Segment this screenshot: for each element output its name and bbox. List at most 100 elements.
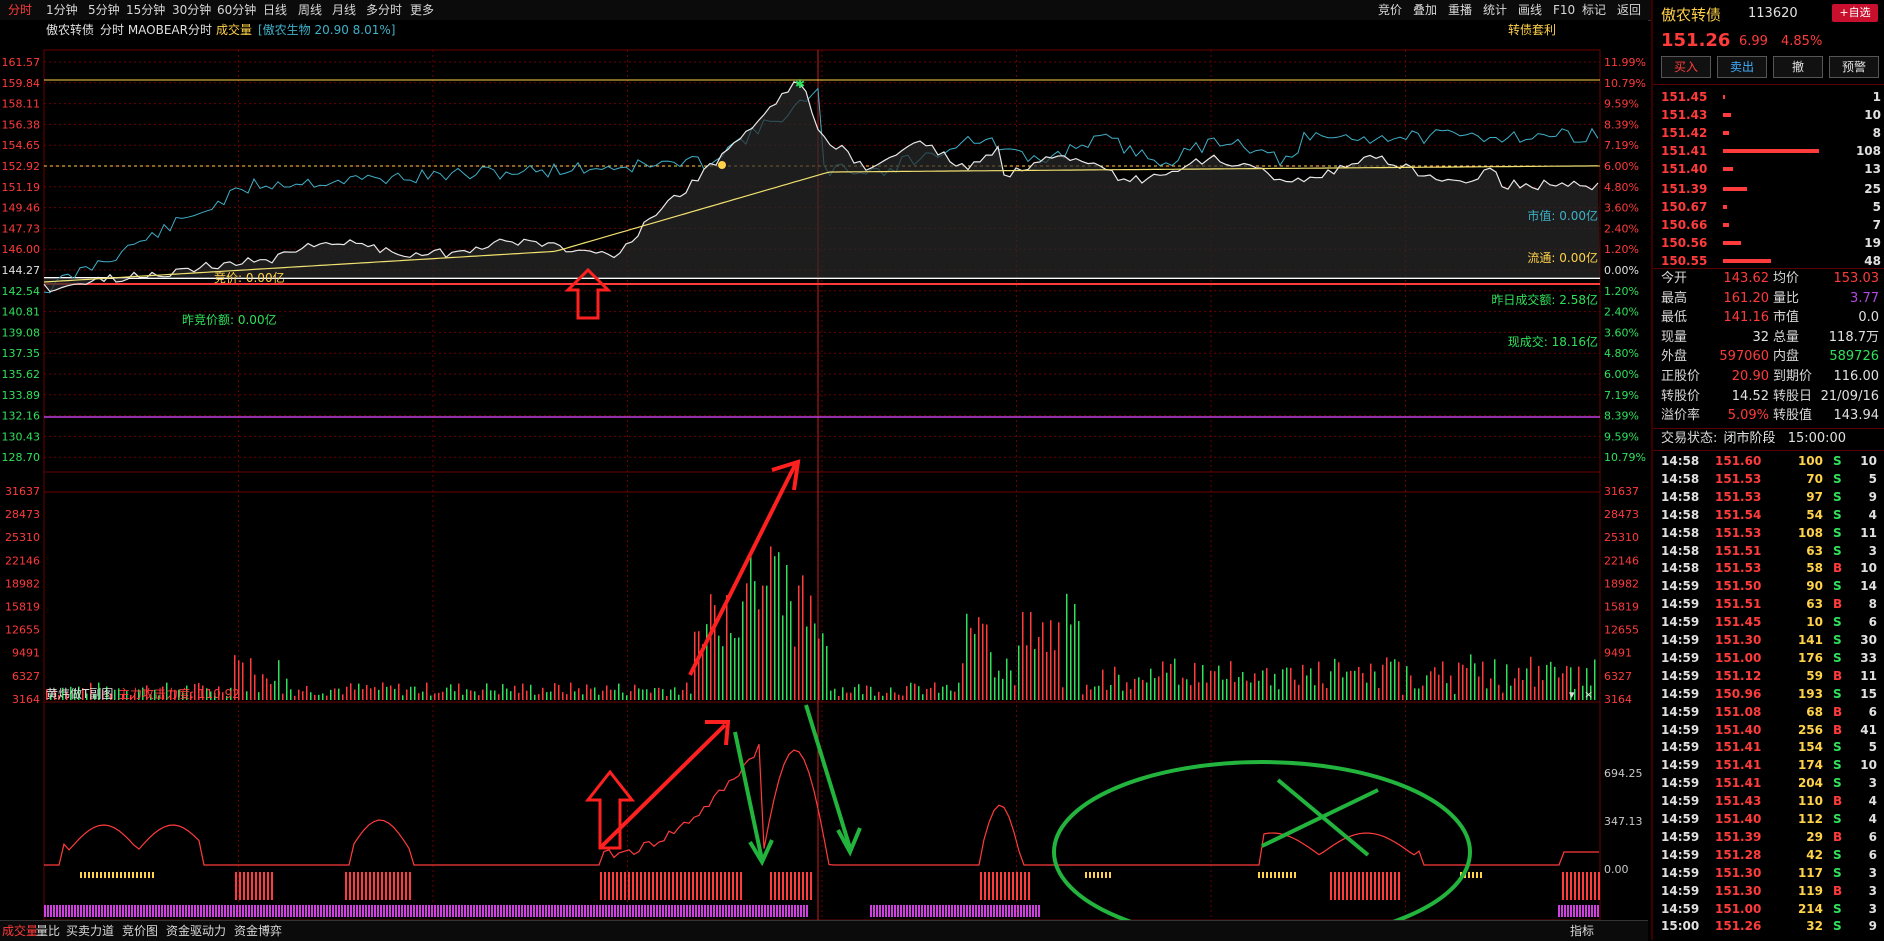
volume-bar bbox=[330, 689, 332, 700]
bid-row[interactable]: 150.67 5 bbox=[1661, 198, 1881, 216]
back-button[interactable]: 返回 bbox=[1617, 2, 1641, 18]
stat-item: 转股日 21/09/16 bbox=[1773, 388, 1879, 406]
flow-bar bbox=[551, 905, 553, 917]
volume-bar bbox=[1190, 685, 1192, 700]
bid-price: 150.56 bbox=[1661, 236, 1708, 250]
sell-button[interactable]: 卖出 bbox=[1717, 56, 1767, 78]
volume-bar bbox=[1358, 666, 1360, 700]
tab-more[interactable]: 更多 bbox=[410, 2, 434, 18]
flow-bar bbox=[659, 905, 661, 917]
draw-line-button[interactable]: 画线 bbox=[1518, 2, 1542, 18]
tab-60min[interactable]: 60分钟 bbox=[217, 2, 256, 18]
trade-side: S bbox=[1833, 633, 1842, 647]
tab-intraday[interactable]: 分时 bbox=[8, 2, 32, 18]
stat-value: 141.16 bbox=[1723, 310, 1770, 326]
volume-bar bbox=[1546, 664, 1548, 700]
flow-bar bbox=[689, 905, 691, 917]
volume-bar bbox=[922, 694, 924, 700]
replay-button[interactable]: 重播 bbox=[1448, 2, 1472, 18]
trade-row: 14:59 151.45 10 S 6 bbox=[1661, 613, 1879, 631]
volume-bar bbox=[1446, 683, 1448, 700]
signal-bar bbox=[644, 872, 646, 900]
volume-bar bbox=[806, 626, 808, 700]
volume-bar bbox=[438, 692, 440, 700]
price-tick-label: 128.70 bbox=[2, 451, 41, 464]
bottom-tab-fund-game[interactable]: 资金博弈 bbox=[234, 923, 282, 939]
bottom-tab-auction-chart[interactable]: 竞价图 bbox=[122, 923, 158, 939]
ask-row[interactable]: 151.43 10 bbox=[1661, 106, 1881, 124]
tab-monthly[interactable]: 月线 bbox=[332, 2, 356, 18]
tab-1min[interactable]: 1分钟 bbox=[46, 2, 78, 18]
bid-row[interactable]: 150.56 19 bbox=[1661, 234, 1881, 252]
tab-15min[interactable]: 15分钟 bbox=[126, 2, 165, 18]
signal-bar bbox=[1586, 872, 1588, 900]
f10-button[interactable]: F10 bbox=[1553, 2, 1575, 18]
volume-bar bbox=[1146, 682, 1148, 700]
bottom-tab-buy-sell-force[interactable]: 买卖力道 bbox=[66, 923, 114, 939]
volume-bar bbox=[502, 684, 504, 700]
signal-bar bbox=[148, 872, 150, 878]
ask-row[interactable]: 151.45 1 bbox=[1661, 88, 1881, 106]
auction-button[interactable]: 竞价 bbox=[1378, 2, 1402, 18]
flow-bar bbox=[800, 905, 802, 917]
indicator-button[interactable]: 指标 bbox=[1570, 923, 1594, 939]
tab-5min[interactable]: 5分钟 bbox=[88, 2, 120, 18]
mark-button[interactable]: 标记 bbox=[1582, 2, 1606, 18]
tab-multi-intraday[interactable]: 多分时 bbox=[366, 2, 402, 18]
volume-bar bbox=[882, 695, 884, 700]
alert-button[interactable]: 预警 bbox=[1829, 56, 1879, 78]
volume-bar bbox=[954, 691, 956, 700]
trade-side: S bbox=[1833, 847, 1842, 862]
ask-row[interactable]: 151.41 108 bbox=[1661, 142, 1881, 160]
signal-bar bbox=[806, 872, 808, 900]
ask-volume: 13 bbox=[1864, 162, 1881, 176]
trade-volume: 10 bbox=[1806, 615, 1823, 630]
volume-bar bbox=[838, 695, 840, 700]
trade-row: 14:59 150.96 193 S 15 bbox=[1661, 685, 1879, 703]
bottom-tab-fund-drive[interactable]: 资金驱动力 bbox=[166, 923, 226, 939]
bid-row[interactable]: 150.66 7 bbox=[1661, 216, 1881, 234]
volume-bar bbox=[962, 663, 964, 700]
flow-bar bbox=[323, 905, 325, 917]
volume-bar bbox=[1462, 664, 1464, 700]
flow-bar bbox=[536, 905, 538, 917]
trade-count: 5 bbox=[1868, 471, 1877, 486]
intraday-chart-area[interactable]: ✱ 161.57 11.99% 159.84 10.79% 158.11 9.59% 156… bbox=[0, 20, 1648, 941]
flow-bar bbox=[752, 905, 754, 917]
bottom-tab-volume[interactable]: 成交量 bbox=[2, 923, 38, 939]
flow-bar bbox=[599, 905, 601, 917]
arbitrage-label[interactable]: 转债套利 bbox=[1508, 22, 1556, 37]
flow-bar bbox=[197, 905, 199, 917]
subchart-close-icon[interactable]: × bbox=[1584, 688, 1593, 701]
volume-bar bbox=[1410, 675, 1412, 700]
flow-bar bbox=[200, 905, 202, 917]
flow-bar bbox=[1573, 905, 1575, 917]
add-watchlist-button[interactable]: +自选 bbox=[1832, 4, 1878, 22]
subchart-collapse-icon[interactable]: ▾ bbox=[1569, 688, 1575, 701]
trade-count: 3 bbox=[1868, 865, 1877, 880]
bottom-tab-volume-ratio[interactable]: 量比 bbox=[36, 923, 60, 939]
trade-count: 4 bbox=[1868, 812, 1877, 826]
trade-side: S bbox=[1833, 525, 1842, 540]
flow-bar bbox=[332, 905, 334, 917]
overlay-button[interactable]: 叠加 bbox=[1413, 2, 1437, 18]
tab-weekly[interactable]: 周线 bbox=[298, 2, 322, 18]
signal-bar bbox=[409, 872, 411, 900]
volume-bar bbox=[394, 688, 396, 700]
ask-row[interactable]: 151.42 8 bbox=[1661, 124, 1881, 142]
flow-bar bbox=[1011, 905, 1013, 917]
volume-tick-label: 28473 bbox=[5, 508, 40, 521]
flow-bar bbox=[930, 905, 932, 917]
bid-row[interactable]: 151.39 25 bbox=[1661, 180, 1881, 198]
statistics-button[interactable]: 统计 bbox=[1483, 2, 1507, 18]
volume-bar bbox=[466, 689, 468, 700]
buy-button[interactable]: 买入 bbox=[1661, 56, 1711, 78]
signal-bar bbox=[680, 872, 682, 900]
flow-bar bbox=[954, 905, 956, 917]
intraday-chart[interactable]: ✱ 161.57 11.99% 159.84 10.79% 158.11 9.59% 156… bbox=[0, 20, 1648, 941]
tab-30min[interactable]: 30分钟 bbox=[172, 2, 211, 18]
cancel-order-button[interactable]: 撤 bbox=[1773, 56, 1823, 78]
flow-bar bbox=[221, 905, 223, 917]
ask-row[interactable]: 151.40 13 bbox=[1661, 160, 1881, 178]
tab-daily[interactable]: 日线 bbox=[263, 2, 287, 18]
